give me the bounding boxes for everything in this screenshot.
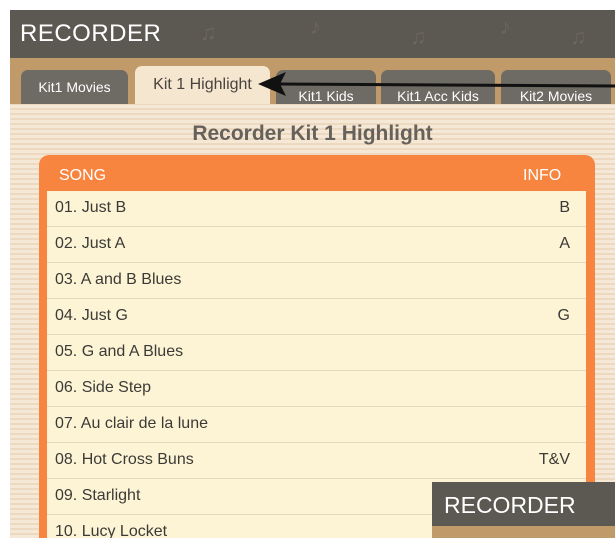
song-title: 05. G and A Blues [55,343,184,360]
song-title: 01. Just B [55,199,127,216]
list-item[interactable]: 06. Side Step [47,371,586,407]
inset-window: RECORDER [432,482,615,538]
song-info: A [559,235,570,252]
tab-kit1-kids[interactable]: Kit1 Kids [276,70,376,104]
song-title: 03. A and B Blues [55,271,182,288]
song-title: 02. Just A [55,235,126,252]
tab-kit1-movies[interactable]: Kit1 Movies [21,70,128,104]
song-title: 07. Au clair de la lune [55,415,208,432]
music-note-pattern-icon: ♫ [570,24,587,49]
tab-kit1-acc-kids[interactable]: Kit1 Acc Kids [381,70,495,104]
song-title: 06. Side Step [55,379,152,396]
song-title: 04. Just G [55,307,128,324]
list-item[interactable]: 07. Au clair de la lune [47,407,586,443]
list-item[interactable]: 08. Hot Cross Buns T&V [47,443,586,479]
app-title: RECORDER [20,20,162,47]
list-item[interactable]: 04. Just G G [47,299,586,335]
tab-kit1-highlight[interactable]: Kit 1 Highlight [135,66,270,104]
inset-title: RECORDER [444,492,576,518]
tab-label: Kit1 Movies [38,79,111,95]
music-note-pattern-icon: ♫ [200,20,217,45]
list-item[interactable]: 03. A and B Blues [47,263,586,299]
tab-kit2-movies[interactable]: Kit2 Movies [501,70,611,104]
list-item[interactable]: 01. Just B B [47,191,586,227]
info-column-header: INFO [523,167,562,184]
inset-tab-strip [432,526,615,538]
song-list-panel: SONG INFO 01. Just B B 02. Just A A 03. … [39,155,595,538]
song-title: 10. Lucy Locket [55,523,168,538]
music-note-pattern-icon: ♫ [410,24,427,49]
song-column-header: SONG [59,167,107,184]
song-title: 09. Starlight [55,487,141,504]
list-item[interactable]: 02. Just A A [47,227,586,263]
list-header: SONG INFO [39,155,595,191]
tab-label: Kit1 Acc Kids [397,88,479,104]
tab-bar: Kit1 Movies Kit 1 Highlight Kit1 Kids Ki… [10,58,615,104]
title-bar: ♫ ♪ ♫ ♪ ♫ RECORDER [10,10,615,58]
song-info: T&V [538,451,570,468]
music-note-pattern-icon: ♪ [310,14,321,39]
list-item[interactable]: 05. G and A Blues [47,335,586,371]
song-info: G [557,307,570,324]
song-title: 08. Hot Cross Buns [55,451,194,468]
page-title: Recorder Kit 1 Highlight [192,122,433,145]
app-window: ♫ ♪ ♫ ♪ ♫ RECORDER Kit1 Movies Kit 1 Hig… [10,10,615,538]
tab-label: Kit2 Movies [519,88,593,104]
tab-label: Kit1 Kids [298,88,354,104]
music-note-pattern-icon: ♪ [500,14,511,39]
tab-label: Kit 1 Highlight [153,76,252,93]
song-info: B [559,199,570,216]
